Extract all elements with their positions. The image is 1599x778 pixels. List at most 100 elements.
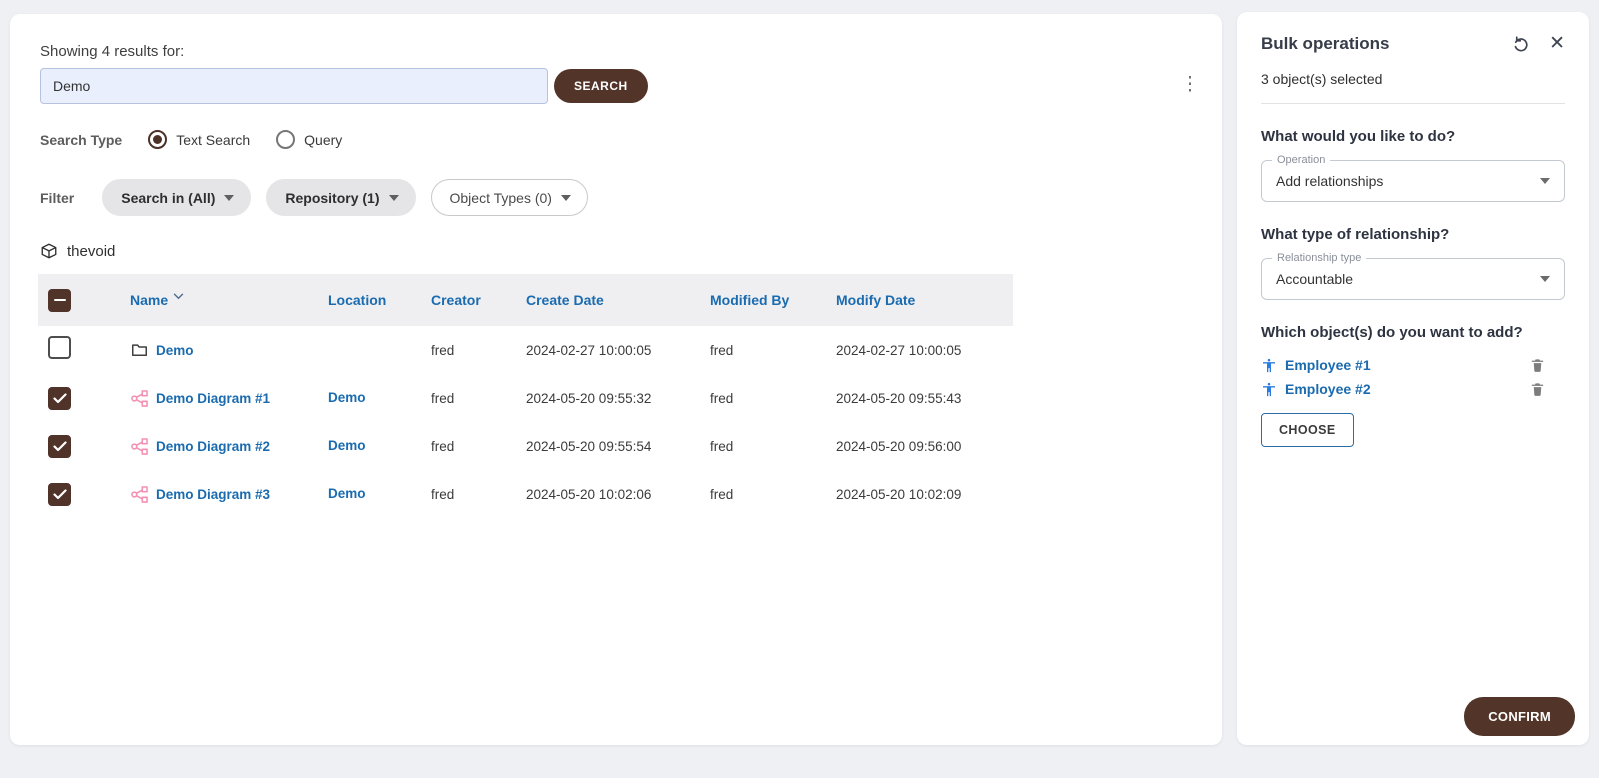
filter-label: Filter — [40, 190, 74, 206]
check-icon — [53, 393, 67, 404]
diagram-icon — [130, 485, 149, 504]
search-type-row: Search Type Text Search Query — [40, 130, 1192, 149]
folder-icon — [130, 341, 149, 359]
relationship-select-value: Accountable — [1276, 271, 1540, 287]
selected-object-row: Employee #1 — [1261, 353, 1565, 377]
table-body: Demo fred 2024-02-27 10:00:05 fred 2024-… — [38, 326, 1013, 518]
row-create-date: 2024-05-20 09:55:32 — [526, 391, 710, 406]
operation-select-label: Operation — [1272, 154, 1330, 166]
row-modified-by: fred — [710, 439, 836, 454]
repository-name: thevoid — [67, 243, 115, 260]
column-header-location[interactable]: Location — [328, 292, 431, 308]
chevron-down-icon — [1540, 276, 1550, 282]
radio-text-search[interactable]: Text Search — [148, 130, 250, 149]
trash-icon[interactable] — [1530, 357, 1545, 373]
search-button[interactable]: SEARCH — [554, 69, 648, 103]
search-row: SEARCH ⋮ — [40, 68, 1192, 104]
row-checkbox[interactable] — [48, 435, 71, 458]
row-modified-by: fred — [710, 487, 836, 502]
operation-select-value: Add relationships — [1276, 173, 1540, 189]
filter-row: Filter Search in (All) Repository (1) Ob… — [40, 179, 1192, 216]
filter-chip-object-types[interactable]: Object Types (0) — [431, 179, 588, 216]
select-all-checkbox[interactable] — [48, 289, 71, 312]
radio-icon — [148, 130, 167, 149]
column-label: Creator — [431, 292, 481, 308]
trash-icon[interactable] — [1530, 381, 1545, 397]
person-icon — [1261, 381, 1277, 398]
operation-question: What would you like to do? — [1261, 128, 1565, 145]
bulk-panel-header: Bulk operations ✕ — [1261, 34, 1565, 54]
column-header-modified-by[interactable]: Modified By — [710, 292, 836, 308]
close-icon[interactable]: ✕ — [1549, 34, 1565, 54]
table-row: Demo Diagram #1 Demo fred 2024-05-20 09:… — [38, 374, 1013, 422]
relationship-type-select[interactable]: Relationship type Accountable — [1261, 258, 1565, 300]
row-checkbox[interactable] — [48, 387, 71, 410]
chevron-down-icon — [561, 195, 571, 201]
more-options-kebab-icon[interactable]: ⋮ — [1178, 72, 1202, 98]
diagram-icon — [130, 389, 149, 408]
selected-objects-list: Employee #1 Employee #2 — [1261, 353, 1565, 401]
table-header: Name Location Creator Create Date Modifi… — [38, 274, 1013, 326]
row-modified-by: fred — [710, 343, 836, 358]
row-modify-date: 2024-05-20 10:02:09 — [836, 487, 1013, 502]
repository-cube-icon — [40, 242, 58, 260]
filter-chip-repository[interactable]: Repository (1) — [266, 179, 415, 216]
column-header-name[interactable]: Name — [130, 292, 328, 308]
object-name-link[interactable]: Employee #2 — [1285, 381, 1530, 397]
choose-button[interactable]: CHOOSE — [1261, 413, 1354, 447]
diagram-icon — [130, 437, 149, 456]
row-name-link[interactable]: Demo — [156, 343, 194, 358]
chip-label: Object Types (0) — [450, 190, 552, 206]
row-creator: fred — [431, 487, 526, 502]
table-row: Demo fred 2024-02-27 10:00:05 fred 2024-… — [38, 326, 1013, 374]
operation-select[interactable]: Operation Add relationships — [1261, 160, 1565, 202]
person-icon — [1261, 357, 1277, 374]
selected-count-text: 3 object(s) selected — [1261, 71, 1565, 87]
row-creator: fred — [431, 439, 526, 454]
table-row: Demo Diagram #2 Demo fred 2024-05-20 09:… — [38, 422, 1013, 470]
table-row: Demo Diagram #3 Demo fred 2024-05-20 10:… — [38, 470, 1013, 518]
chip-label: Repository (1) — [285, 190, 379, 206]
search-results-panel: Showing 4 results for: SEARCH ⋮ Search T… — [10, 14, 1222, 745]
results-count-text: Showing 4 results for: — [40, 43, 1192, 60]
column-label: Create Date — [526, 292, 604, 308]
radio-label: Text Search — [176, 132, 250, 148]
radio-query[interactable]: Query — [276, 130, 342, 149]
row-modify-date: 2024-05-20 09:55:43 — [836, 391, 1013, 406]
selected-object-row: Employee #2 — [1261, 377, 1565, 401]
column-label: Modify Date — [836, 292, 915, 308]
chip-label: Search in (All) — [121, 190, 215, 206]
relationship-select-label: Relationship type — [1272, 252, 1366, 264]
results-table: Name Location Creator Create Date Modifi… — [38, 274, 1013, 518]
row-checkbox[interactable] — [48, 336, 71, 359]
row-checkbox[interactable] — [48, 483, 71, 506]
row-name-link[interactable]: Demo Diagram #2 — [156, 439, 270, 454]
column-label: Name — [130, 292, 168, 308]
bulk-operations-panel: Bulk operations ✕ 3 object(s) selected W… — [1237, 12, 1589, 745]
check-icon — [53, 489, 67, 500]
column-label: Modified By — [710, 292, 789, 308]
row-location-link[interactable]: Demo — [328, 486, 366, 501]
row-creator: fred — [431, 343, 526, 358]
confirm-button[interactable]: CONFIRM — [1464, 697, 1575, 736]
search-type-label: Search Type — [40, 132, 122, 148]
object-name-link[interactable]: Employee #1 — [1285, 357, 1530, 373]
check-icon — [53, 441, 67, 452]
row-name-link[interactable]: Demo Diagram #1 — [156, 391, 270, 406]
column-header-modify-date[interactable]: Modify Date — [836, 292, 1013, 308]
filter-chip-search-in[interactable]: Search in (All) — [102, 179, 251, 216]
row-create-date: 2024-05-20 09:55:54 — [526, 439, 710, 454]
column-header-creator[interactable]: Creator — [431, 292, 526, 308]
bulk-panel-title: Bulk operations — [1261, 34, 1511, 54]
row-create-date: 2024-05-20 10:02:06 — [526, 487, 710, 502]
radio-icon — [276, 130, 295, 149]
row-name-link[interactable]: Demo Diagram #3 — [156, 487, 270, 502]
column-header-create-date[interactable]: Create Date — [526, 292, 710, 308]
row-create-date: 2024-02-27 10:00:05 — [526, 343, 710, 358]
row-modify-date: 2024-05-20 09:56:00 — [836, 439, 1013, 454]
row-location-link[interactable]: Demo — [328, 438, 366, 453]
repository-group-header: thevoid — [40, 242, 1192, 260]
refresh-icon[interactable] — [1511, 34, 1531, 54]
row-location-link[interactable]: Demo — [328, 390, 366, 405]
search-input[interactable] — [40, 68, 548, 104]
